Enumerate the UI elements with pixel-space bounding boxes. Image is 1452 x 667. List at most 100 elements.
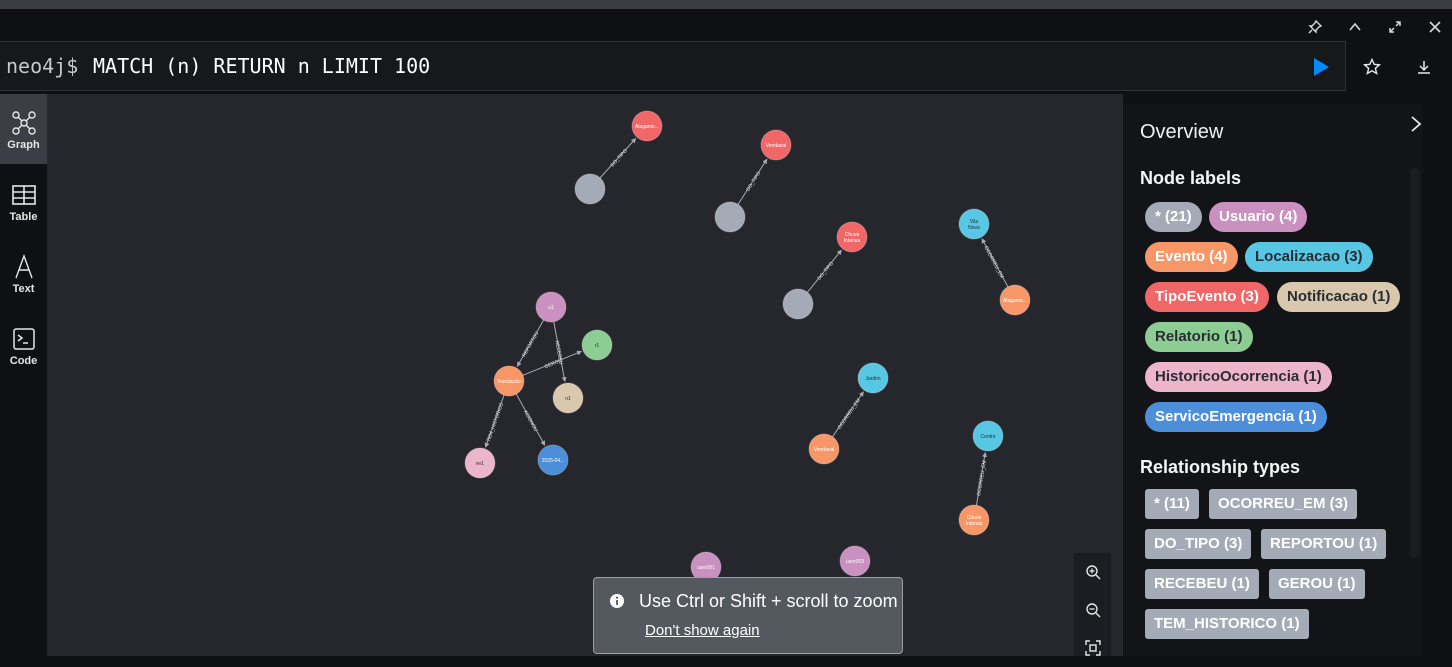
nav-text-label: Text (12, 283, 35, 295)
relationship-label: OCORREU_EM (976, 460, 988, 496)
relationship-label: REPORTOU (521, 330, 540, 358)
query-editor[interactable]: neo4j$ MATCH (n) RETURN n LIMIT 100 (0, 41, 1346, 91)
node-caption: n1 (565, 396, 571, 402)
relationship-type-pill[interactable]: GEROU (1) (1269, 569, 1365, 599)
node-label-pill[interactable]: Relatorio (1) (1145, 322, 1253, 352)
node-label-pill[interactable]: Usuario (4) (1209, 202, 1308, 232)
graph-node[interactable]: user003 (839, 545, 871, 577)
graph-node[interactable]: Vendaval (760, 129, 792, 161)
node-caption: user001 (697, 565, 715, 571)
relationship-label: TEM_HISTORICO (486, 402, 505, 443)
graph-node[interactable]: ChuvaIntensa (958, 504, 990, 536)
graph-node[interactable]: Inundacão (493, 365, 525, 397)
relationship-label: ACIONOU (522, 409, 539, 433)
graph-node[interactable] (574, 173, 606, 205)
star-icon[interactable] (1359, 54, 1385, 80)
node-caption: Alagame... (635, 124, 659, 130)
relationship-type-pill[interactable]: DO_TIPO (3) (1145, 529, 1252, 559)
graph-canvas[interactable]: DO_TIPO DO_TIPO DO_TIPO OCORREU_EM REPORTOU R… (47, 94, 1123, 656)
graph-node[interactable] (782, 288, 814, 320)
graph-visualization[interactable]: DO_TIPODO_TIPODO_TIPO OCORREU_EMREPORTOU R… (47, 94, 1123, 656)
chevron-up-icon[interactable] (1335, 16, 1375, 38)
window-controls (1295, 16, 1452, 38)
overview-panel: Overview Node labels * (21) Usuario (4) Ev… (1123, 104, 1423, 656)
graph-node[interactable]: Alagame... (999, 284, 1031, 316)
table-icon (11, 185, 36, 205)
node-caption: u1 (548, 305, 554, 311)
graph-node[interactable]: u1 (535, 291, 567, 323)
relationship-type-pill[interactable]: RECEBEU (1) (1145, 569, 1259, 599)
play-icon[interactable] (1308, 54, 1334, 80)
node-label-pill[interactable]: Evento (4) (1145, 242, 1238, 272)
editor-prompt: neo4j$ (6, 54, 79, 78)
chevron-right-icon[interactable] (1409, 114, 1429, 138)
nav-code-label: Code (9, 355, 38, 367)
graph-node[interactable]: n1 (552, 382, 584, 414)
fit-icon[interactable] (1074, 629, 1111, 667)
zoom-hint-toast: Use Ctrl or Shift + scroll to zoom Don't… (593, 577, 903, 654)
relationship-label: OCORREU_EM (837, 398, 862, 431)
relationship-type-pill[interactable]: REPORTOU (1) (1261, 529, 1387, 559)
nav-text[interactable]: Text (0, 238, 47, 308)
node-caption: Intensa (844, 238, 861, 244)
node-label-pill[interactable]: HistoricoOcorrencia (1) (1145, 362, 1332, 392)
node-caption: Vendaval (766, 143, 787, 149)
relationship-type-pill[interactable]: * (11) (1145, 489, 1199, 519)
node-caption: Inundacão (497, 379, 521, 385)
nav-code[interactable]: Code (0, 310, 47, 380)
node-caption: Alagame... (1003, 298, 1027, 304)
relationship-type-pill[interactable]: OCORREU_EM (3) (1209, 489, 1358, 519)
nav-graph[interactable]: Graph (0, 94, 47, 164)
top-strip (0, 0, 1452, 9)
graph-node[interactable]: VilaNova (958, 208, 990, 240)
overview-title: Overview (1140, 121, 1224, 143)
node-label-pill[interactable]: * (21) (1145, 202, 1202, 232)
relationship-label: OCORREU_EM (982, 245, 1004, 279)
node-label-pill[interactable]: ServicoEmergencia (1) (1145, 402, 1327, 432)
pin-icon[interactable] (1295, 16, 1335, 38)
node-circle[interactable] (782, 288, 814, 320)
node-caption: Centro (980, 434, 995, 440)
close-icon[interactable] (1415, 16, 1452, 38)
zoom-controls (1074, 553, 1111, 656)
node-label-pill[interactable]: TipoEvento (3) (1145, 282, 1269, 312)
nav-table[interactable]: Table (0, 166, 47, 236)
node-circle[interactable] (574, 173, 606, 205)
graph-node[interactable]: ev1 (464, 447, 496, 479)
dont-show-again-link[interactable]: Don't show again (645, 622, 760, 639)
node-caption: Intensa (966, 521, 983, 527)
graph-node[interactable]: Vendaval (808, 433, 840, 465)
download-icon[interactable] (1411, 54, 1437, 80)
code-icon (12, 328, 35, 350)
nav-table-label: Table (9, 211, 38, 223)
relationship-types-heading: Relationship types (1140, 457, 1301, 477)
relationship-type-pill[interactable]: TEM_HISTORICO (1) (1145, 609, 1309, 639)
node-label-pill[interactable]: Notificacao (1) (1277, 282, 1401, 312)
graph-node[interactable]: 2025-04... (537, 444, 569, 476)
node-circle[interactable] (714, 201, 746, 233)
expand-icon[interactable] (1375, 16, 1415, 38)
query-text[interactable]: MATCH (n) RETURN n LIMIT 100 (93, 54, 430, 78)
node-caption: 2025-04... (542, 458, 565, 464)
info-icon (610, 594, 624, 608)
graph-node[interactable] (714, 201, 746, 233)
relationship-label: DO_TIPO (817, 261, 836, 282)
graph-node[interactable]: ChuvaIntensa (836, 221, 868, 253)
node-caption: r1 (595, 343, 600, 349)
zoom-in-icon[interactable] (1074, 553, 1111, 591)
toast-message: Use Ctrl or Shift + scroll to zoom (639, 591, 898, 611)
node-label-pill[interactable]: Localizacao (3) (1245, 242, 1373, 272)
zoom-out-icon[interactable] (1074, 591, 1111, 629)
graph-node[interactable]: Alagame... (631, 110, 663, 142)
result-view-nav: Graph Table Text Code (0, 94, 47, 656)
graph-node[interactable]: Jardim (857, 362, 889, 394)
node-caption: Nova (968, 225, 980, 231)
overview-scrollbar[interactable] (1410, 168, 1420, 558)
node-caption: Vendaval (814, 447, 835, 453)
node-caption: Jardim (865, 376, 880, 382)
graph-node[interactable]: Centro (972, 420, 1004, 452)
text-icon (14, 254, 33, 279)
graph-node[interactable]: r1 (581, 329, 613, 361)
relationship-label: DO_TIPO (745, 171, 762, 193)
relationship-label: GEROU (544, 358, 564, 371)
